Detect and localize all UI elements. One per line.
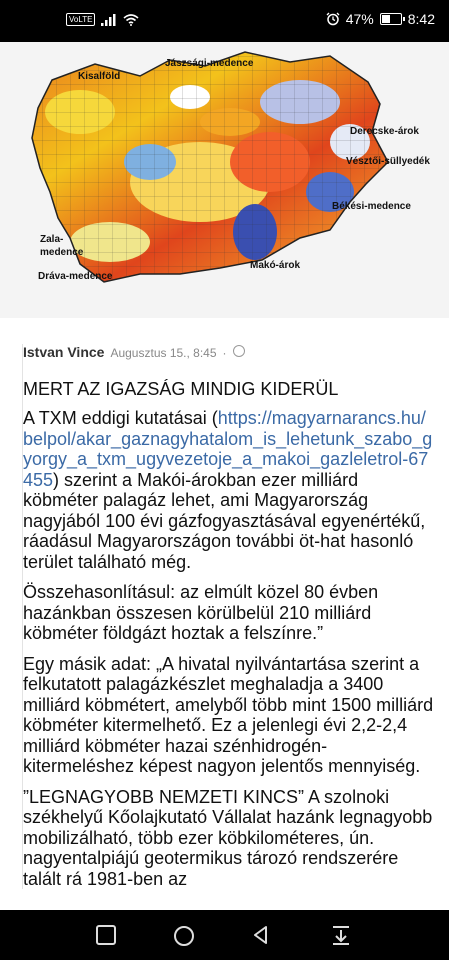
post: Istvan Vince Augusztus 15., 8:45 · MERT … — [22, 344, 435, 889]
volte-icon: VoLTE — [66, 13, 96, 26]
status-bar: VoLTE 47% 8:42 — [0, 0, 449, 42]
map-label-bekesi: Békési-medence — [332, 201, 411, 212]
post-paragraph-1: A TXM eddigi kutatásai (https://magyarna… — [23, 408, 435, 572]
map-label-drava: Dráva-medence — [38, 271, 113, 282]
paragraph-1-intro: A TXM eddigi kutatásai ( — [23, 408, 218, 428]
post-paragraph-2: Összehasonlításul: az elmúlt közel 80 év… — [23, 582, 379, 643]
post-title: MERT AZ IGAZSÁG MINDIG KIDERÜL — [23, 379, 339, 399]
battery-icon — [379, 13, 405, 25]
map-label-jaszsagi: Jászsági-medence — [165, 58, 254, 69]
map-label-kisalfold: Kisalföld — [78, 71, 120, 82]
post-paragraph-4: ”LEGNAGYOBB NEMZETI KINCS” A szolnoki sz… — [23, 786, 433, 889]
map-label-zala-2: medence — [40, 247, 84, 258]
map-label-vesztoi: Vésztői-süllyedék — [346, 156, 430, 167]
map-image[interactable]: Kisalföld Jászsági-medence Derecske-árok… — [0, 42, 449, 318]
signal-icon — [101, 13, 116, 26]
hungary-basin-map: Kisalföld Jászsági-medence Derecske-árok… — [31, 51, 430, 283]
paragraph-1-rest: ) szerint a Makói-árokban ezer milliárd … — [23, 469, 426, 572]
clock: 8:42 — [407, 11, 435, 27]
map-label-zala-1: Zala- — [40, 234, 63, 245]
status-left: VoLTE — [66, 13, 139, 26]
map-label-mako: Makó-árok — [250, 260, 300, 271]
alarm-icon — [326, 12, 340, 26]
post-timestamp[interactable]: Augusztus 15., 8:45 — [110, 346, 216, 360]
back-button[interactable] — [250, 924, 272, 946]
post-header: Istvan Vince Augusztus 15., 8:45 · — [23, 344, 435, 360]
battery-percent: 47% — [345, 11, 374, 27]
wifi-icon — [123, 13, 139, 26]
post-paragraph-3: Egy másik adat: „A hivatal nyilvántartás… — [23, 653, 434, 777]
author-name[interactable]: Istvan Vince — [23, 344, 104, 360]
recent-apps-button[interactable] — [95, 924, 117, 946]
notifications-pull-down-button[interactable] — [330, 924, 352, 946]
globe-icon — [232, 345, 245, 357]
meta-separator: · — [222, 346, 227, 360]
home-button[interactable] — [172, 924, 196, 948]
map-label-derecske: Derecske-árok — [350, 126, 419, 137]
status-right: 47% 8:42 — [326, 11, 435, 27]
navigation-bar — [0, 910, 449, 960]
